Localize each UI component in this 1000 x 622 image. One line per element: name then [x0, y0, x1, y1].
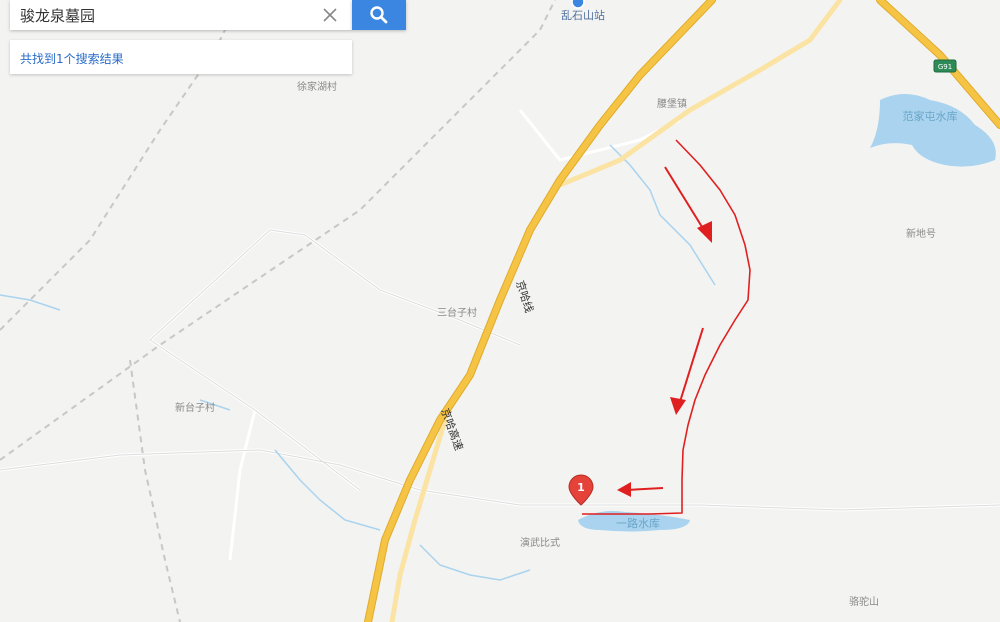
svg-text:G91: G91	[938, 63, 952, 71]
map-canvas[interactable]: G91 乱石山站 徐家湖村 腰堡镇 范家屯水库 新地号 三台子村 新台子村 演武…	[0, 0, 1000, 622]
yaobao-town-label: 腰堡镇	[657, 97, 687, 110]
xujiahu-village-label: 徐家湖村	[297, 80, 337, 93]
search-box	[10, 0, 352, 30]
search-results-count[interactable]: 共找到1个搜索结果	[20, 50, 124, 67]
expressway-shield: G91	[933, 59, 957, 73]
clear-button[interactable]	[318, 3, 342, 27]
xintaizi-village-label: 新台子村	[175, 401, 215, 414]
search-results-panel: 共找到1个搜索结果	[10, 40, 352, 74]
station-label[interactable]: 乱石山站	[561, 8, 605, 22]
map-background	[0, 0, 1000, 622]
yilu-reservoir-label: 一路水库	[616, 517, 660, 530]
train-station-icon[interactable]	[571, 0, 585, 9]
yanwu-label: 演武比式	[520, 536, 560, 549]
luotuoshan-label: 骆驼山	[849, 595, 879, 608]
search-icon	[370, 6, 388, 24]
close-icon	[323, 8, 337, 22]
fanjiatun-reservoir-label: 范家屯水库	[903, 109, 958, 123]
search-input[interactable]	[10, 0, 310, 30]
search-button[interactable]	[352, 0, 406, 30]
xindihao-label: 新地号	[906, 227, 936, 240]
map-pin-number: 1	[577, 481, 585, 494]
santaizi-village-label: 三台子村	[437, 306, 477, 319]
